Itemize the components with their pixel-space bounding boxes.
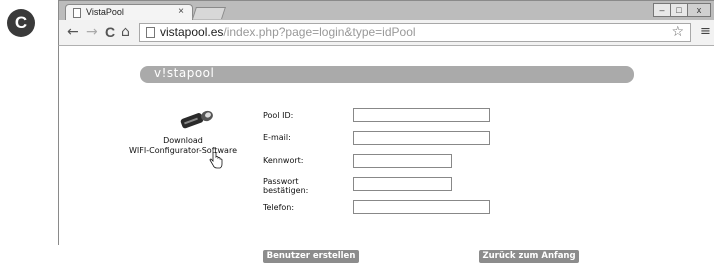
address-bar[interactable]: vistapool.es/index.php?page=login&type=i…	[139, 23, 691, 42]
new-tab-button[interactable]	[192, 7, 226, 19]
confirm-password-input[interactable]	[353, 177, 452, 191]
page-icon	[73, 8, 81, 18]
hand-cursor-icon	[209, 152, 223, 169]
create-user-button[interactable]: Benutzer erstellen	[263, 250, 359, 263]
flashlight-icon[interactable]	[179, 109, 217, 131]
browser-window: VistaPool × – □ x ← → C ⌂ vistapool.es/i…	[58, 0, 714, 263]
browser-toolbar: ← → C ⌂ vistapool.es/index.php?page=logi…	[58, 20, 714, 46]
forward-icon[interactable]: →	[86, 24, 98, 40]
pool-id-input[interactable]	[353, 108, 490, 122]
maximize-button[interactable]: □	[670, 3, 688, 17]
page-info-icon	[146, 27, 155, 38]
password-input[interactable]	[353, 154, 452, 168]
phone-label: Telefon:	[263, 203, 295, 212]
header-logo-bar: v!stapool	[140, 66, 634, 83]
page-content: v!stapool Download WIFI-Configurator-Sof…	[58, 46, 714, 263]
figure-label-badge: C	[7, 9, 35, 37]
vistapool-logo: v!stapool	[154, 66, 215, 80]
back-icon[interactable]: ←	[67, 24, 79, 40]
menu-icon[interactable]: ≡	[700, 24, 711, 39]
bookmark-star-icon[interactable]: ☆	[671, 24, 684, 40]
tab-strip: VistaPool × – □ x	[58, 0, 714, 21]
close-window-button[interactable]: x	[687, 3, 711, 17]
url-text: vistapool.es/index.php?page=login&type=i…	[160, 25, 416, 39]
home-icon[interactable]: ⌂	[121, 24, 130, 40]
tab-title: VistaPool	[86, 7, 124, 17]
pool-id-label: Pool ID:	[263, 111, 294, 120]
reload-icon[interactable]: C	[105, 24, 115, 40]
download-link[interactable]: Download WIFI-Configurator-Software	[103, 136, 263, 156]
confirm-password-label: Passwort bestätigen:	[263, 177, 309, 195]
browser-tab[interactable]: VistaPool ×	[65, 4, 193, 21]
password-label: Kennwort:	[263, 156, 304, 165]
back-to-start-button[interactable]: Zurück zum Anfang	[479, 250, 579, 263]
email-label: E-mail:	[263, 133, 291, 142]
phone-input[interactable]	[353, 200, 490, 214]
email-input[interactable]	[353, 131, 490, 145]
tab-close-icon[interactable]: ×	[178, 6, 184, 17]
minimize-button[interactable]: –	[653, 3, 671, 17]
